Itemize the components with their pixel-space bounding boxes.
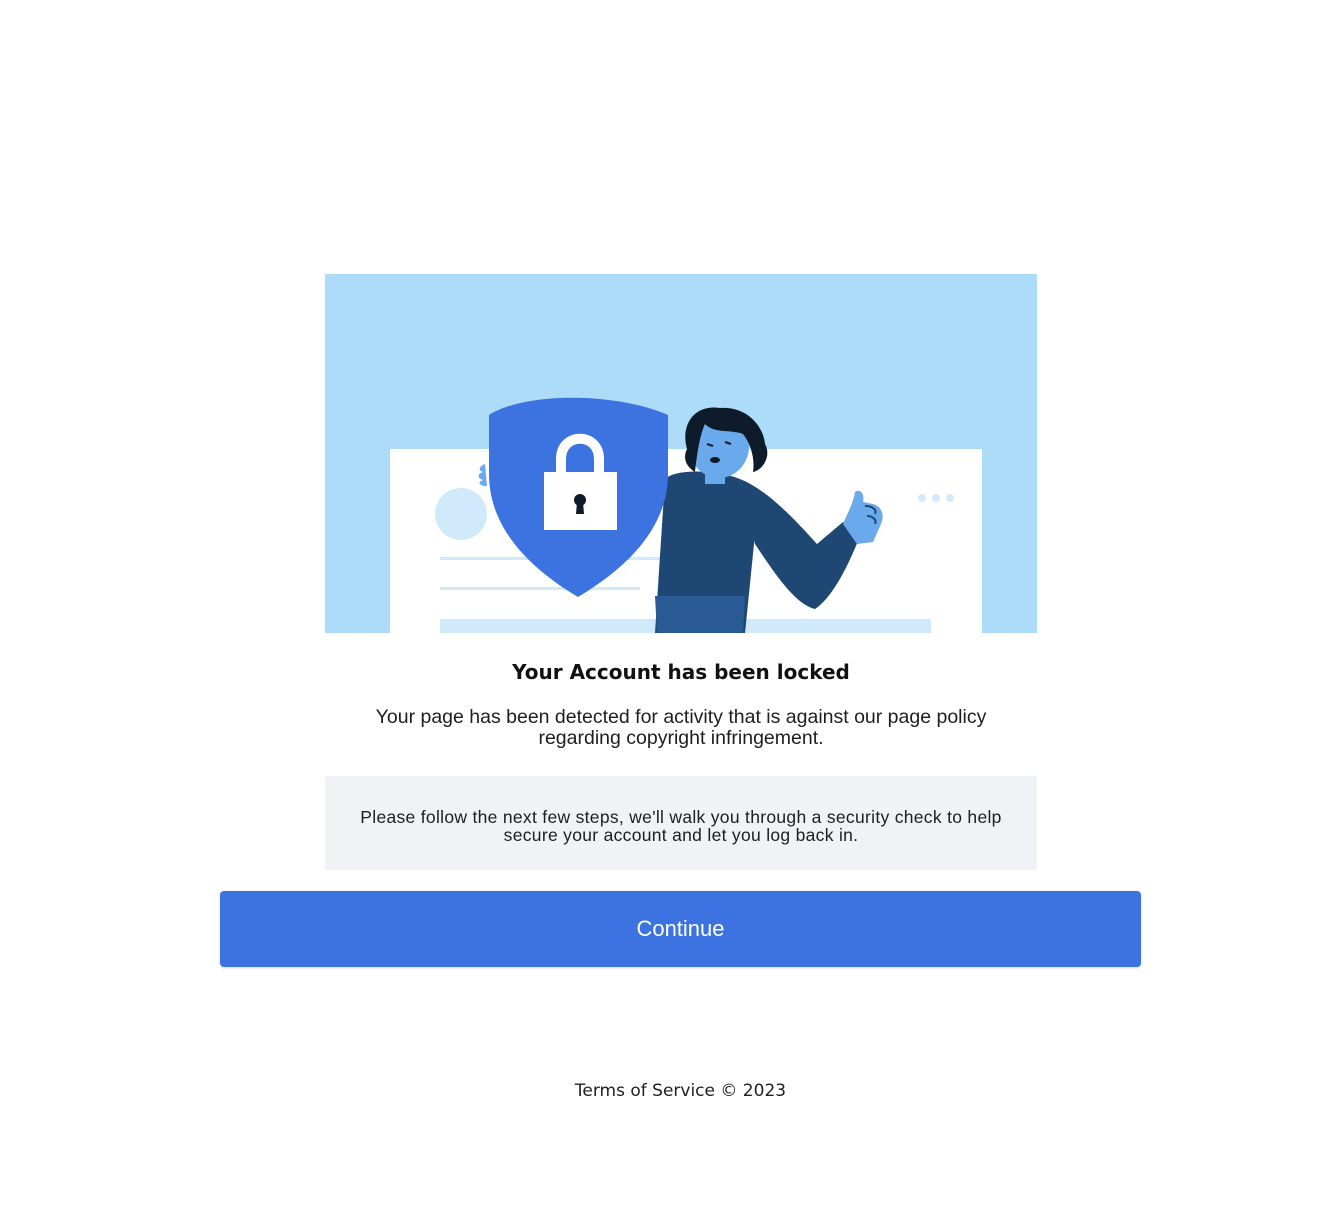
continue-button[interactable]: Continue — [220, 891, 1141, 967]
illustration-dot — [932, 494, 940, 502]
security-illustration — [325, 274, 1037, 633]
footer: Terms of Service © 2023 — [0, 1081, 1332, 1101]
page-title: Your Account has been locked — [512, 660, 850, 684]
illustration-dot — [918, 494, 926, 502]
terms-of-service-link[interactable]: Terms of Service — [575, 1081, 715, 1101]
lock-description: Your page has been detected for activity… — [375, 706, 987, 749]
illustration-dot — [946, 494, 954, 502]
copyright-text: © 2023 — [720, 1081, 787, 1101]
illustration-avatar-circle — [435, 488, 487, 540]
illustration-line — [440, 587, 640, 590]
security-check-note: Please follow the next few steps, we'll … — [325, 776, 1037, 870]
